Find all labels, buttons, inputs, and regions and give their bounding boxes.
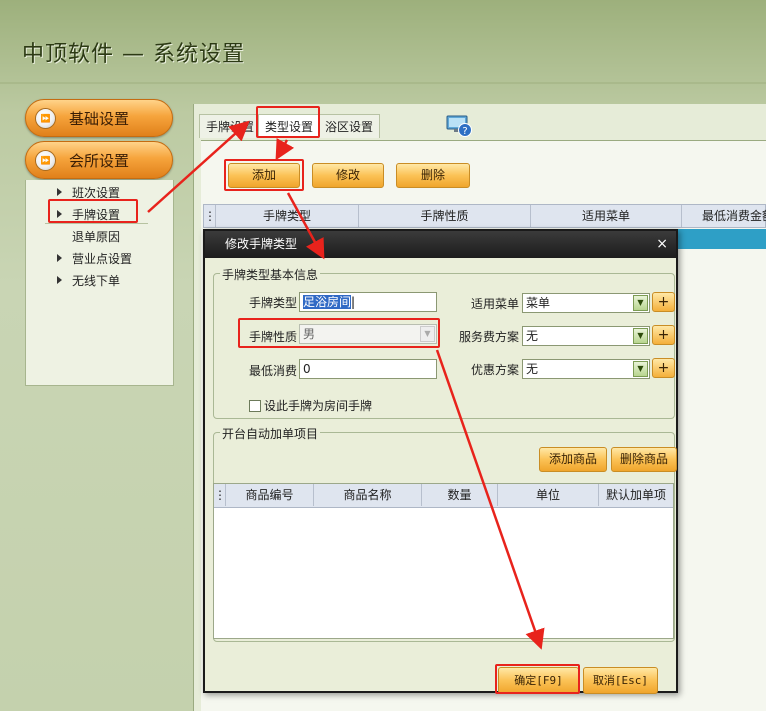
group-title: 手牌类型基本信息	[220, 266, 321, 283]
card-type-input[interactable]: 足浴房间|	[299, 292, 437, 312]
column-header[interactable]: 手牌类型	[216, 205, 359, 227]
min-consumption-label: 最低消费	[248, 364, 297, 378]
add-discount-button[interactable]: +	[652, 358, 675, 378]
row-handle-icon: ⋮	[214, 484, 226, 506]
dialog-title-bar[interactable]: 修改手牌类型 ×	[205, 231, 676, 258]
chevron-down-icon: ▼	[633, 328, 648, 344]
service-fee-label: 服务费方案	[458, 330, 519, 344]
table-row-selected[interactable]	[676, 229, 766, 249]
room-card-checkbox[interactable]	[249, 400, 261, 412]
discount-label: 优惠方案	[470, 363, 519, 377]
sidebar-item-shift[interactable]: 班次设置	[57, 184, 120, 202]
menu-select[interactable]: 菜单 ▼	[522, 293, 650, 313]
sidebar-section-club[interactable]: ⏩ 会所设置	[25, 141, 173, 179]
column-header[interactable]: 商品编号	[226, 484, 314, 506]
room-card-checkbox-row[interactable]: 设此手牌为房间手牌	[249, 397, 372, 414]
cancel-button[interactable]: 取消[Esc]	[583, 667, 658, 694]
delete-button[interactable]: 删除	[396, 163, 470, 188]
add-service-fee-button[interactable]: +	[652, 325, 675, 345]
column-header[interactable]: 商品名称	[314, 484, 422, 506]
sidebar-item-card[interactable]: 手牌设置	[57, 206, 120, 224]
edit-button[interactable]: 修改	[312, 163, 384, 188]
tab-type-settings[interactable]: 类型设置	[258, 114, 321, 138]
bullet-triangle-icon	[57, 188, 62, 196]
menu-label: 适用菜单	[470, 297, 519, 311]
sidebar-section-basic[interactable]: ⏩ 基础设置	[25, 99, 173, 137]
add-goods-button[interactable]: 添加商品	[539, 447, 607, 472]
sidebar-item-wireless-order[interactable]: 无线下单	[57, 272, 120, 290]
column-header[interactable]: 默认加单项	[599, 484, 673, 506]
close-icon[interactable]: ×	[656, 231, 668, 258]
bullet-triangle-icon	[57, 254, 62, 262]
expand-icon: ⏩	[35, 108, 56, 129]
room-card-checkbox-label: 设此手牌为房间手牌	[264, 399, 373, 413]
sidebar-item-business-point[interactable]: 营业点设置	[57, 250, 132, 268]
add-menu-button[interactable]: +	[652, 292, 675, 312]
group-title: 开台自动加单项目	[220, 425, 321, 442]
column-header[interactable]: 单位	[498, 484, 599, 506]
card-type-label: 手牌类型	[248, 296, 297, 310]
chevron-down-icon: ▼	[633, 361, 648, 377]
tab-strip: 手牌设置 类型设置 浴区设置 ?	[196, 110, 766, 140]
sidebar-item-refund-reason[interactable]: 退单原因	[57, 228, 120, 246]
tab-bath-area-settings[interactable]: 浴区设置	[318, 114, 381, 138]
header-divider	[0, 82, 766, 84]
service-fee-select[interactable]: 无 ▼	[522, 326, 650, 346]
card-nature-select[interactable]: 男 ▼	[299, 324, 437, 344]
confirm-button[interactable]: 确定[F9]	[498, 667, 579, 694]
tab-card-settings[interactable]: 手牌设置	[199, 114, 262, 138]
column-header[interactable]: 适用菜单	[531, 205, 682, 227]
sidebar-section-label: 会所设置	[69, 152, 130, 170]
goods-table: ⋮ 商品编号 商品名称 数量 单位 默认加单项	[213, 483, 674, 639]
column-header[interactable]: 手牌性质	[359, 205, 531, 227]
monitor-help-icon[interactable]: ?	[445, 114, 473, 138]
column-header[interactable]: 最低消费金额	[682, 205, 766, 227]
bullet-triangle-icon	[57, 210, 62, 218]
chevron-down-icon: ▼	[633, 295, 648, 311]
row-handle-icon: ⋮	[204, 205, 216, 227]
min-consumption-input[interactable]: 0	[299, 359, 437, 379]
sidebar-section-label: 基础设置	[69, 110, 130, 128]
discount-select[interactable]: 无 ▼	[522, 359, 650, 379]
expand-icon: ⏩	[35, 150, 56, 171]
chevron-down-icon: ▼	[420, 326, 435, 342]
svg-text:?: ?	[462, 126, 467, 137]
app-title: 中顶软件 — 系统设置	[22, 42, 245, 67]
card-nature-label: 手牌性质	[248, 330, 297, 344]
dialog-title: 修改手牌类型	[225, 237, 298, 251]
type-table-header: ⋮ 手牌类型 手牌性质 适用菜单 最低消费金额	[203, 204, 766, 228]
sidebar-separator	[45, 223, 148, 224]
goods-table-header: ⋮ 商品编号 商品名称 数量 单位 默认加单项	[214, 484, 673, 508]
delete-goods-button[interactable]: 删除商品	[611, 447, 677, 472]
add-button[interactable]: 添加	[228, 163, 300, 188]
column-header[interactable]: 数量	[422, 484, 498, 506]
bullet-triangle-icon	[57, 276, 62, 284]
